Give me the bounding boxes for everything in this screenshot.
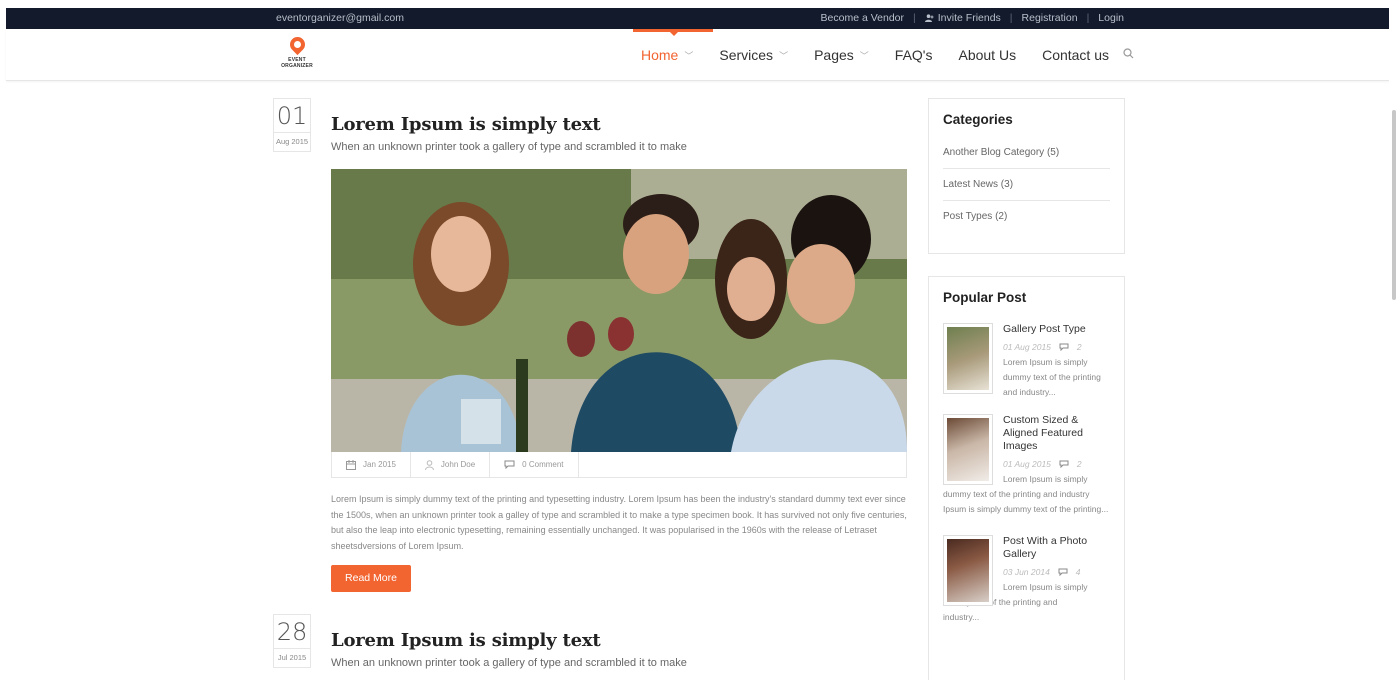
post-day: 28 (274, 615, 310, 649)
meta-comments-text: 0 Comment (522, 460, 564, 469)
post-featured-image[interactable] (331, 169, 907, 452)
post-month: Aug 2015 (275, 137, 309, 146)
post-subtitle: When an unknown printer took a gallery o… (331, 141, 687, 153)
categories-widget: Categories Another Blog Category (5) Lat… (928, 98, 1125, 254)
top-bar: eventorganizer@gmail.com Become a Vendor… (6, 8, 1389, 29)
popular-post-title[interactable]: Gallery Post Type (1003, 323, 1124, 336)
nav-item-services[interactable]: Services ﹀ (719, 29, 788, 81)
nav-item-home[interactable]: Home ﹀ (632, 29, 714, 81)
post-meta-bar: Jan 2015 John Doe 0 Comment (331, 452, 907, 478)
logo-text: EVENT ORGANIZER (281, 57, 313, 69)
popular-post-thumbnail[interactable] (943, 535, 993, 606)
widget-title: Popular Post (943, 290, 1027, 305)
popular-post-item[interactable]: Custom Sized & Aligned Featured Images 0… (929, 414, 1124, 517)
divider: | (913, 12, 916, 24)
popular-posts-widget: Popular Post Gallery Post Type 01 Aug 20… (928, 276, 1125, 680)
popular-post-thumbnail[interactable] (943, 323, 993, 394)
popular-post-thumbnail[interactable] (943, 414, 993, 485)
comment-icon (1059, 343, 1069, 351)
nav-label: Services (719, 47, 774, 63)
main-nav: Home ﹀ Services ﹀ Pages ﹀ FAQ's About Us… (632, 29, 1134, 81)
popular-post-desc: Lorem Ipsum is simply dummy text of the … (1003, 357, 1101, 397)
nav-label: Pages (814, 47, 854, 63)
post-meta-author[interactable]: John Doe (411, 452, 491, 477)
nav-label: About Us (958, 47, 1017, 63)
meta-date-text: Jan 2015 (363, 460, 396, 469)
popular-post-title[interactable]: Custom Sized & Aligned Featured Images (1003, 414, 1103, 453)
chevron-down-icon: ﹀ (859, 50, 869, 61)
meta-author-text: John Doe (440, 460, 476, 469)
post-title[interactable]: Lorem Ipsum is simply text (331, 630, 601, 651)
invite-friends-link[interactable]: Invite Friends (924, 12, 1001, 24)
contact-email[interactable]: eventorganizer@gmail.com (276, 12, 404, 24)
post-title[interactable]: Lorem Ipsum is simply text (331, 114, 601, 135)
comment-icon (1058, 568, 1068, 576)
post-day: 01 (274, 99, 310, 133)
popular-post-comments: 4 (1075, 567, 1081, 577)
popular-post-date: 01 Aug 2015 (1003, 459, 1051, 469)
popular-post-comments: 2 (1076, 342, 1082, 352)
post-date-box: 01 Aug 2015 (273, 98, 311, 152)
nav-item-about[interactable]: About Us (958, 29, 1016, 81)
popular-post-title[interactable]: Post With a Photo Gallery (1003, 535, 1103, 561)
divider: | (1009, 12, 1013, 24)
site-logo[interactable]: EVENT ORGANIZER (274, 33, 320, 71)
post-meta-date: Jan 2015 (332, 452, 411, 477)
user-icon (424, 459, 434, 470)
post-subtitle: When an unknown printer took a gallery o… (331, 657, 687, 669)
category-item[interactable]: Post Types (2) (943, 201, 1110, 233)
top-links: Become a Vendor | Invite Friends | Regis… (821, 12, 1124, 24)
registration-link[interactable]: Registration (1022, 12, 1078, 24)
category-item[interactable]: Another Blog Category (5) (943, 137, 1110, 169)
nav-item-pages[interactable]: Pages ﹀ (814, 29, 869, 81)
login-link[interactable]: Login (1098, 12, 1124, 24)
nav-item-contact[interactable]: Contact us (1042, 29, 1109, 81)
popular-post-meta: 01 Aug 2015 2 (1003, 342, 1124, 352)
map-pin-icon (286, 33, 309, 56)
popular-post-date: 01 Aug 2015 (1003, 342, 1051, 352)
divider: | (1086, 12, 1090, 24)
chevron-down-icon: ﹀ (684, 50, 694, 61)
post-date-box: 28 Jul 2015 (273, 614, 311, 668)
post-meta-comments[interactable]: 0 Comment (490, 452, 579, 477)
post-month: Jul 2015 (277, 653, 307, 662)
comment-icon (504, 460, 515, 469)
popular-post-item[interactable]: Gallery Post Type 01 Aug 2015 2 Lorem Ip… (929, 323, 1124, 400)
friends-toasting-photo (331, 169, 907, 452)
calendar-icon (346, 459, 356, 470)
nav-item-faqs[interactable]: FAQ's (895, 29, 933, 81)
popular-post-date: 03 Jun 2014 (1003, 567, 1050, 577)
category-list: Another Blog Category (5) Latest News (3… (929, 127, 1124, 241)
nav-label: FAQ's (894, 47, 933, 63)
user-add-icon (924, 14, 934, 22)
nav-label: Home (641, 47, 679, 63)
widget-title: Categories (943, 112, 1013, 127)
category-item[interactable]: Latest News (3) (943, 169, 1110, 201)
scrollbar-thumb[interactable] (1392, 110, 1396, 300)
popular-post-comments: 2 (1076, 459, 1082, 469)
popular-post-item[interactable]: Post With a Photo Gallery 03 Jun 2014 4 … (929, 535, 1124, 625)
invite-friends-label: Invite Friends (937, 12, 1001, 24)
chevron-down-icon: ﹀ (779, 50, 789, 61)
nav-label: Contact us (1042, 47, 1110, 63)
post-excerpt: Lorem Ipsum is simply dummy text of the … (331, 494, 907, 551)
comment-icon (1059, 460, 1069, 468)
popular-post-meta: 03 Jun 2014 4 (1003, 567, 1124, 577)
popular-post-meta: 01 Aug 2015 2 (1003, 459, 1124, 469)
search-icon[interactable] (1123, 48, 1134, 62)
page-scrollbar[interactable] (1389, 0, 1397, 680)
become-vendor-link[interactable]: Become a Vendor (821, 12, 904, 24)
read-more-button[interactable]: Read More (331, 565, 411, 592)
main-header: EVENT ORGANIZER Home ﹀ Services ﹀ Pages … (6, 29, 1389, 81)
